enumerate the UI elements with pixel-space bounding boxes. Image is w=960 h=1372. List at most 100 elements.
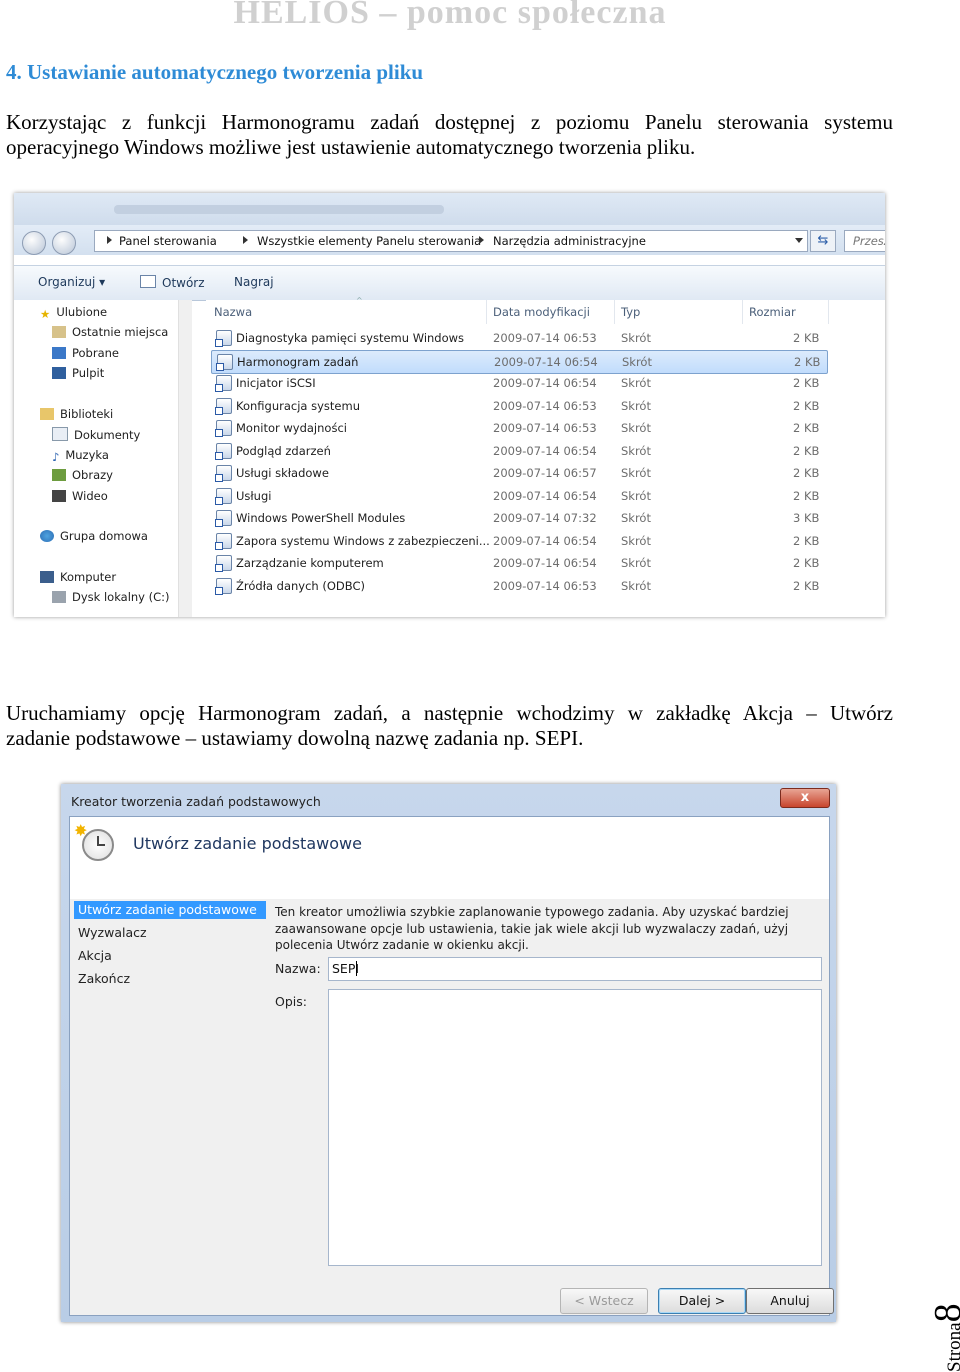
file-row[interactable]: Zarządzanie komputerem 2009-07-14 06:54 Sk… (211, 552, 826, 574)
file-size: 2 KB (793, 421, 820, 435)
file-name: Źródła danych (ODBC) (236, 578, 365, 593)
column-header-size[interactable]: Rozmiar (749, 305, 796, 319)
breadcrumb[interactable]: Panel sterowania Wszystkie elementy Pane… (94, 230, 808, 252)
step-create-basic-task[interactable]: Utwórz zadanie podstawowe (74, 901, 266, 919)
search-input[interactable]: Przesz (844, 230, 885, 252)
organize-button[interactable]: Organizuj ▾ (38, 275, 105, 289)
nav-homegroup[interactable]: Grupa domowa (40, 529, 148, 543)
file-name: Diagnostyka pamięci systemu Windows (236, 331, 465, 345)
file-size: 2 KB (793, 376, 820, 390)
intro-paragraph: Korzystając z funkcji Harmonogramu zadań… (6, 110, 893, 160)
breadcrumb-separator-icon (243, 236, 248, 244)
pictures-icon (52, 469, 66, 481)
file-type: Skrót (622, 354, 652, 369)
column-header-date[interactable]: Data modyfikacji (493, 305, 590, 319)
file-row[interactable]: Usługi składowe 2009-07-14 06:57 Skrót 2 KB (211, 462, 826, 484)
nav-scrollbar[interactable] (178, 300, 192, 617)
file-date: 2009-07-14 06:54 (493, 488, 597, 503)
file-row[interactable]: Usługi 2009-07-14 06:54 Skrót 2 KB (211, 485, 826, 507)
refresh-icon[interactable]: ⇆ (810, 230, 836, 252)
file-size: 2 KB (793, 533, 820, 548)
name-label: Nazwa: (275, 961, 321, 976)
file-row[interactable]: Zapora systemu Windows z zabezpieczeni..… (211, 530, 826, 552)
nav-documents[interactable]: Dokumenty (52, 427, 140, 442)
nav-pictures[interactable]: Obrazy (52, 468, 113, 482)
shortcut-icon (215, 397, 232, 415)
shortcut-icon (215, 487, 232, 505)
instruction-line-1: Uruchamiamy opcję Harmonogram zadań, a n… (6, 701, 893, 725)
step-finish[interactable]: Zakończ (74, 970, 266, 988)
file-name: Zarządzanie komputerem (236, 556, 384, 570)
nav-favorites[interactable]: ★ Ulubione (40, 305, 107, 321)
file-row[interactable]: Diagnostyka pamięci systemu Windows 2009-… (211, 327, 826, 349)
breadcrumb-control-panel[interactable]: Panel sterowania (119, 234, 217, 248)
explorer-titlebar (14, 193, 885, 225)
page-word: Strona (944, 1322, 960, 1372)
nav-downloads[interactable]: Pobrane (52, 346, 119, 360)
step-trigger[interactable]: Wyzwalacz (74, 924, 266, 942)
file-name: Zapora systemu Windows z zabezpieczeni..… (236, 533, 490, 548)
file-type: Skrót (621, 556, 651, 570)
file-row[interactable]: Windows PowerShell Modules 2009-07-14 07:… (211, 507, 826, 529)
file-row[interactable]: Harmonogram zadań 2009-07-14 06:54 Skrót 2 … (211, 349, 828, 374)
file-size: 2 KB (793, 578, 820, 593)
file-type: Skrót (621, 466, 651, 480)
nav-videos-label: Wideo (72, 489, 108, 503)
breadcrumb-separator-icon (107, 236, 112, 244)
back-arrow-icon[interactable] (22, 231, 46, 255)
file-name: Konfiguracja systemu (236, 398, 360, 413)
file-list: Nazwa Data modyfikacji Typ Rozmiar ^ Dia… (206, 296, 885, 617)
cancel-button[interactable]: Anuluj (746, 1288, 834, 1314)
file-row[interactable]: Konfiguracja systemu 2009-07-14 06:53 Skró… (211, 395, 826, 417)
file-row[interactable]: Monitor wydajności 2009-07-14 06:53 Skrót 2… (211, 417, 826, 439)
file-size: 2 KB (793, 488, 820, 503)
nav-libraries-label: Biblioteki (60, 407, 114, 421)
command-bar: Organizuj ▾ Otwórz Nagraj (14, 265, 885, 301)
file-type: Skrót (621, 533, 651, 548)
file-row[interactable]: Źródła danych (ODBC) 2009-07-14 06:53 Skró… (211, 575, 826, 597)
open-button-label: Otwórz (162, 276, 205, 290)
step-action[interactable]: Akcja (74, 947, 266, 965)
breadcrumb-admin-tools[interactable]: Narzędzia administracyjne (493, 234, 646, 248)
nav-desktop-label: Pulpit (72, 366, 105, 380)
breadcrumb-separator-icon (479, 236, 484, 244)
record-button[interactable]: Nagraj (234, 275, 274, 289)
next-button[interactable]: Dalej > (658, 1288, 746, 1314)
nav-recent[interactable]: Ostatnie miejsca (52, 325, 168, 339)
file-date: 2009-07-14 06:54 (493, 376, 597, 390)
breadcrumb-all-items[interactable]: Wszystkie elementy Panelu sterowania (257, 234, 481, 248)
nav-local-disk[interactable]: Dysk lokalny (C:) (52, 590, 170, 604)
file-row[interactable]: Inicjator iSCSI 2009-07-14 06:54 Skrót 2 KB (211, 372, 826, 394)
shortcut-icon (215, 465, 232, 482)
task-name-input[interactable]: SEPI (328, 957, 822, 981)
nav-music[interactable]: ♪ Muzyka (52, 448, 109, 464)
intro-line-2: operacyjnego Windows możliwe jest ustawi… (6, 135, 696, 159)
task-description-textarea[interactable] (328, 989, 822, 1266)
file-row[interactable]: Podgląd zdarzeń 2009-07-14 06:54 Skrót 2 KB (211, 440, 826, 462)
new-task-star-icon: ✸ (74, 821, 88, 840)
document-header-title: HELIOS – pomoc społeczna (233, 0, 667, 31)
documents-icon (52, 427, 68, 441)
close-icon[interactable]: x (780, 788, 830, 808)
column-header-name[interactable]: Nazwa (214, 305, 252, 319)
file-name: Usługi składowe (236, 466, 329, 480)
forward-arrow-icon[interactable] (52, 231, 76, 255)
nav-computer[interactable]: Komputer (40, 570, 116, 584)
nav-desktop[interactable]: Pulpit (52, 366, 104, 380)
file-name: Usługi (236, 488, 272, 503)
file-size: 3 KB (793, 511, 820, 525)
nav-videos[interactable]: Wideo (52, 489, 108, 503)
open-button[interactable]: Otwórz (140, 275, 205, 290)
back-button[interactable]: < Wstecz (560, 1288, 648, 1314)
column-header-type[interactable]: Typ (621, 305, 640, 319)
libraries-icon (40, 408, 54, 420)
navigation-pane: ★ Ulubione Ostatnie miejsca Pobrane Pulpi… (14, 300, 192, 617)
nav-downloads-label: Pobrane (72, 346, 119, 360)
file-type: Skrót (621, 443, 651, 458)
videos-icon (52, 490, 66, 502)
file-date: 2009-07-14 06:54 (493, 556, 597, 570)
nav-libraries[interactable]: Biblioteki (40, 407, 113, 421)
chevron-down-icon[interactable] (795, 238, 803, 243)
wizard-body: Utwórz zadanie podstawowe Wyzwalacz Akcj… (70, 899, 834, 1315)
shortcut-icon (215, 375, 232, 392)
